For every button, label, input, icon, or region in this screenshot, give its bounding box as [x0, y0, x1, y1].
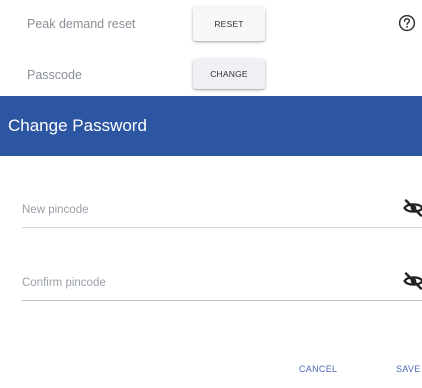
peak-demand-reset-row: Peak demand reset RESET: [0, 0, 422, 48]
cancel-button[interactable]: CANCEL: [299, 364, 337, 374]
reset-button[interactable]: RESET: [193, 7, 265, 41]
peak-demand-reset-label: Peak demand reset: [27, 17, 136, 31]
passcode-label: Passcode: [27, 68, 82, 82]
passcode-row: Passcode CHANGE: [0, 49, 422, 93]
change-button[interactable]: CHANGE: [193, 59, 265, 89]
question-circle-icon[interactable]: [398, 14, 416, 32]
new-pincode-field: [22, 192, 422, 228]
settings-page: Peak demand reset RESET Passcode CHANGE …: [0, 0, 422, 388]
save-button[interactable]: SAVE: [396, 364, 421, 374]
eye-off-icon[interactable]: [403, 199, 422, 217]
dialog-title: Change Password: [8, 116, 147, 135]
dialog-header: Change Password: [0, 96, 422, 156]
change-password-dialog: Change Password CANCEL SAVE: [0, 96, 422, 388]
confirm-pincode-input[interactable]: [22, 271, 382, 295]
new-pincode-input[interactable]: [22, 198, 382, 222]
confirm-pincode-field: [22, 265, 422, 301]
eye-off-icon[interactable]: [403, 272, 422, 290]
